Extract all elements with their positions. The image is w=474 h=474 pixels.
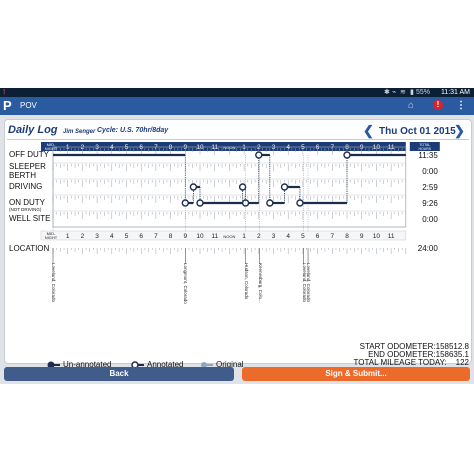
row-label: SLEEPER BERTH <box>9 162 46 180</box>
location-hour-label: 6 <box>139 233 143 240</box>
location-hour-label: 9 <box>360 233 364 240</box>
annotated-point-icon <box>189 183 198 191</box>
home-icon[interactable]: ⌂ <box>408 100 414 111</box>
app-bar: P POV ⌂ ! ⋮ <box>0 97 474 115</box>
row-total-hours: 0:00 <box>422 167 438 176</box>
row-label: DRIVING <box>9 182 43 191</box>
bluetooth-icon: ✱ <box>384 89 390 96</box>
annotated-point-icon <box>266 199 274 207</box>
row-total-hours: 11:35 <box>418 151 438 160</box>
row-total-hours: 2:59 <box>422 183 438 192</box>
location-row-label: LOCATION <box>9 244 50 253</box>
annotated-point-icon <box>343 151 351 159</box>
annotated-point-icon <box>280 183 289 191</box>
annotated-point-icon <box>241 199 250 207</box>
device-screen: ! ✱ ⌁ ≋ ▮ 55% 11:31 AM P POV ⌂ ! ⋮ Daily… <box>0 88 474 384</box>
location-label: Loveland, Colorado <box>51 263 56 303</box>
location-hour-label: 5 <box>125 233 129 240</box>
location-hour-label: 2 <box>81 233 85 240</box>
annotated-point-icon <box>296 199 304 207</box>
row-total-hours: 0:00 <box>422 215 438 224</box>
location-hour-label: 10 <box>373 233 381 240</box>
location-hour-label: 2 <box>257 233 261 240</box>
annotated-point-icon <box>238 183 247 191</box>
annotated-point-icon <box>255 151 263 159</box>
location-hour-label: 1 <box>66 233 70 240</box>
location-label: Loveland, Colorado <box>306 263 312 303</box>
log-grid: MID-NIGHT 1 2 3 4 5 6 7 8 9 10 11 NOON 1 2 3 4 5 6 7 8 9 10 11 T… <box>40 142 440 264</box>
location-hour-label: 8 <box>345 233 349 240</box>
location-hour-label: 3 <box>272 233 276 240</box>
location-hour-label: 5 <box>301 233 305 240</box>
row-label: WELL SITE <box>9 214 51 223</box>
location-label: Hudson, Colorado <box>243 263 249 300</box>
location-hour-label: 4 <box>110 233 114 240</box>
location-hour-label: NOON <box>223 234 235 239</box>
signal-icon: ⌁ <box>392 89 397 96</box>
location-hour-label: 10 <box>196 233 204 240</box>
row-sublabel: (NOT DRIVING) <box>9 207 42 212</box>
sign-submit-button[interactable]: Sign & Submit... <box>242 367 470 381</box>
annotated-point-icon <box>196 199 204 207</box>
location-total-hours: 24:00 <box>417 244 438 253</box>
row-label: ON DUTY <box>9 198 45 207</box>
location-hour-label: 6 <box>316 233 320 240</box>
location-hour-label: 7 <box>330 233 334 240</box>
location-hour-label: 7 <box>154 233 158 240</box>
location-hour-label: 9 <box>183 233 187 240</box>
alert-badge-icon[interactable]: ! <box>433 100 443 110</box>
row-label: OFF DUTY <box>9 150 49 159</box>
location-hour-label: 4 <box>286 233 290 240</box>
location-hour-label: 8 <box>169 233 173 240</box>
wifi-icon: ≋ <box>400 89 406 96</box>
alert-icon: ! <box>3 89 6 96</box>
clock: 11:31 AM <box>440 89 470 96</box>
location-hour-label: NIGHT <box>45 235 58 240</box>
location-hour-label: 11 <box>211 233 218 240</box>
app-logo-icon[interactable]: P <box>3 99 16 113</box>
location-label: Keenesburg, Colo... <box>257 263 263 303</box>
location-hour-label: 3 <box>95 233 99 240</box>
total-mileage: TOTAL MILEAGE TODAY: 122 <box>353 358 469 367</box>
row-total-hours: 9:26 <box>422 199 438 208</box>
location-label: Longmont, Colorado <box>183 263 189 304</box>
location-hour-label: 11 <box>388 233 395 240</box>
app-title: POV <box>20 101 37 110</box>
location-hour-label: 1 <box>242 233 246 240</box>
daily-log-panel: Daily Log Jim Senger Cycle: U.S. 70hr/8d… <box>4 119 472 369</box>
overflow-menu-icon[interactable]: ⋮ <box>456 100 466 111</box>
battery-icon: ▮ <box>410 89 414 96</box>
back-button[interactable]: Back <box>4 367 234 381</box>
battery-percent: 55% <box>416 89 431 96</box>
annotated-point-icon <box>181 199 190 207</box>
status-bar: ! ✱ ⌁ ≋ ▮ 55% 11:31 AM <box>0 88 474 97</box>
